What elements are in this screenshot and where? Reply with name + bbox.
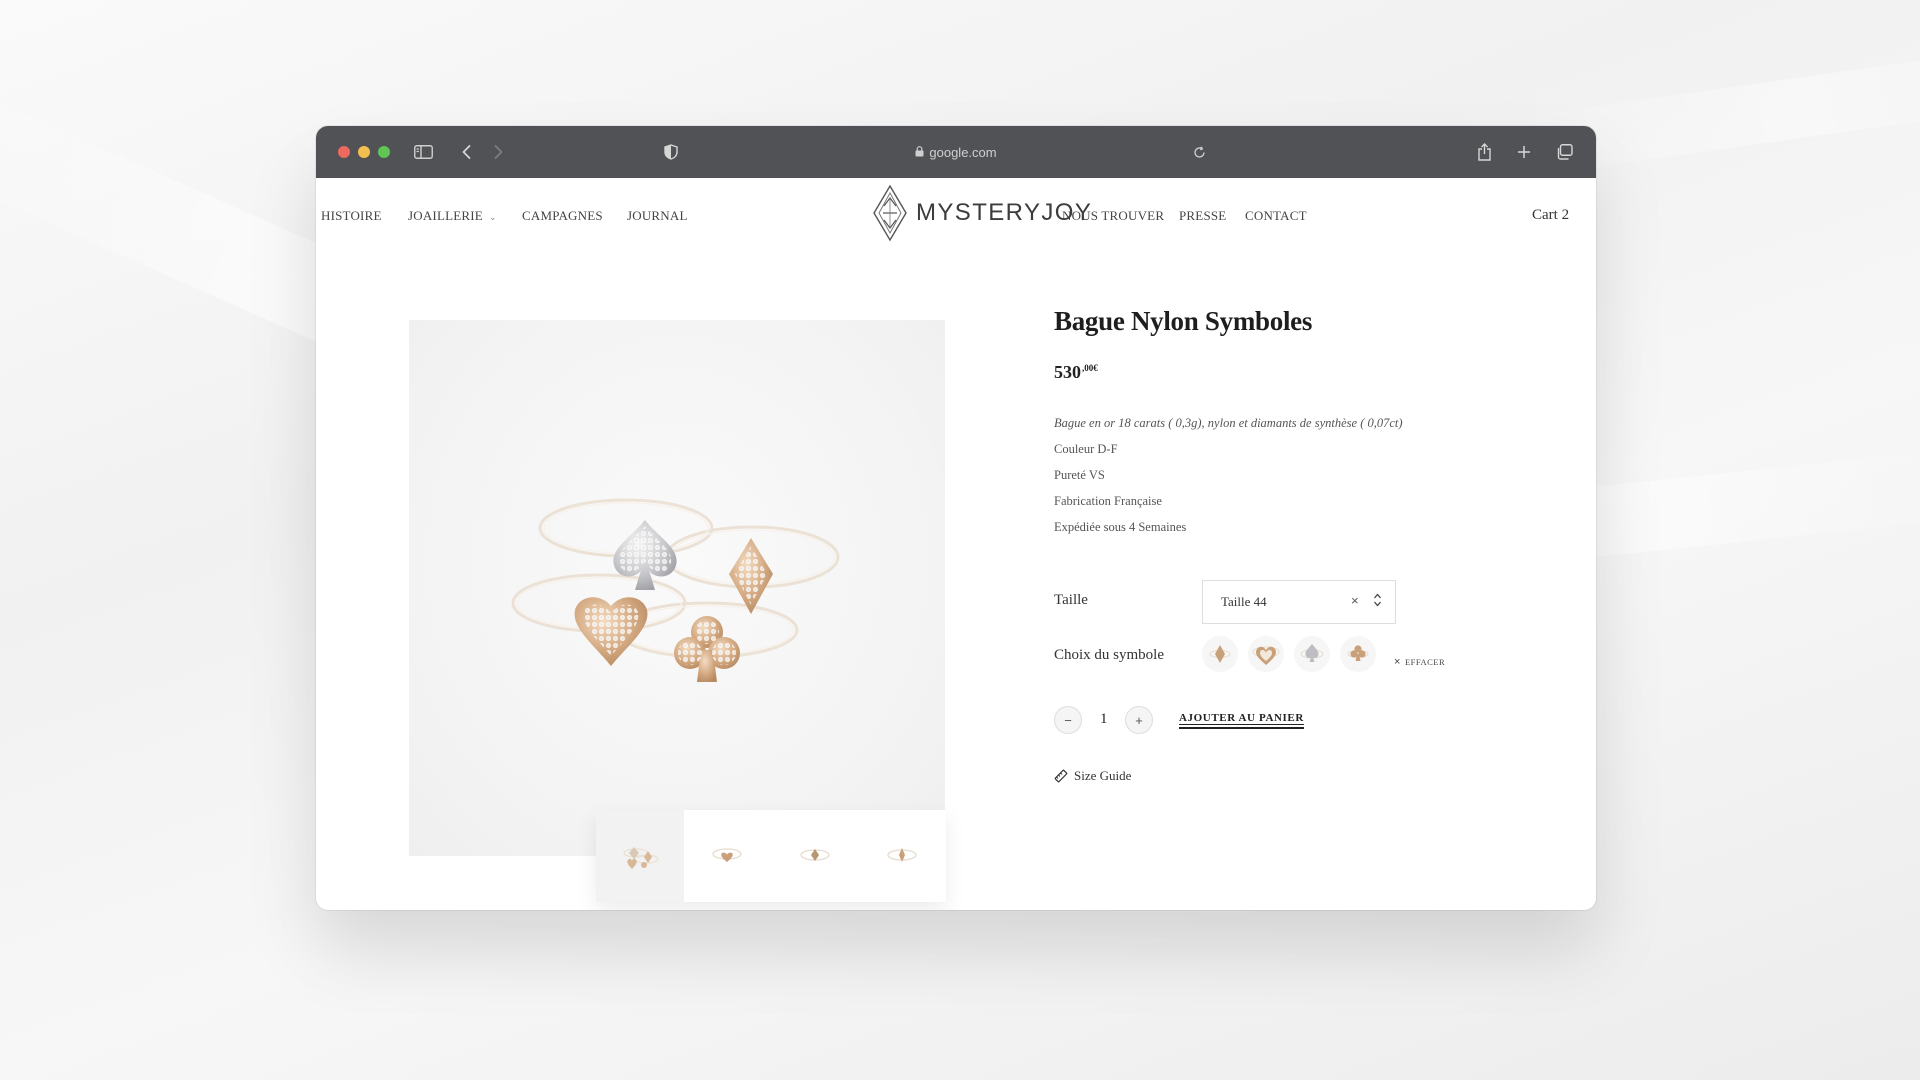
- product-main-image[interactable]: [409, 320, 945, 856]
- site-header: HISTOIRE JOAILLERIE ⌄ CAMPAGNES JOURNAL M…: [316, 178, 1596, 258]
- forward-arrow-icon[interactable]: [490, 126, 506, 178]
- symbol-label: Choix du symbole: [1054, 647, 1165, 663]
- cart-link[interactable]: Cart 2: [1532, 207, 1569, 224]
- thumbnail-symbols-icon: [623, 847, 659, 869]
- heart-symbol-icon: [1252, 646, 1280, 665]
- new-tab-icon[interactable]: [1514, 126, 1534, 178]
- maximize-window-button[interactable]: [378, 146, 390, 158]
- address-bar[interactable]: google.com: [316, 126, 1596, 178]
- window-controls: [338, 146, 390, 158]
- clear-x-icon: ×: [1394, 656, 1401, 668]
- brand-logo[interactable]: MYSTERYJOY: [872, 184, 1092, 242]
- nav-presse[interactable]: PRESSE: [1179, 208, 1226, 224]
- sidebar-toggle-icon[interactable]: [412, 126, 434, 178]
- nav-journal[interactable]: JOURNAL: [627, 208, 688, 224]
- back-arrow-icon[interactable]: [458, 126, 474, 178]
- thumbnail-heart-icon: [712, 848, 742, 862]
- heart-charm: [574, 597, 648, 666]
- browser-window: google.com HISTOIRE JOAILLERIE ⌄ CAMPAGNE…: [316, 126, 1596, 910]
- nav-histoire[interactable]: HISTOIRE: [321, 208, 382, 224]
- symbol-swatch-coeur[interactable]: [1248, 636, 1284, 672]
- ruler-icon: [1054, 769, 1068, 783]
- clear-label: EFFACER: [1404, 657, 1446, 667]
- club-symbol-icon: [1347, 645, 1369, 661]
- thumbnail-diamond-icon: [800, 849, 830, 861]
- size-label: Taille: [1054, 592, 1088, 608]
- privacy-shield-icon[interactable]: [662, 126, 680, 178]
- tab-overview-icon[interactable]: [1554, 126, 1574, 178]
- club-charm: [674, 616, 740, 682]
- diamond-symbol-icon: [1209, 645, 1231, 663]
- product-description: Bague en or 18 carats ( 0,3g), nylon et …: [1054, 410, 1403, 540]
- price-main: 530: [1054, 362, 1081, 382]
- clear-size-icon[interactable]: ×: [1351, 593, 1359, 608]
- quantity-value[interactable]: 1: [1100, 711, 1108, 728]
- symbol-swatch-pique[interactable]: [1294, 636, 1330, 672]
- quantity-increase-button[interactable]: +: [1125, 706, 1153, 734]
- thumbnail-strip: [596, 810, 946, 902]
- description-line: Expédiée sous 4 Semaines: [1054, 520, 1187, 534]
- nav-campagnes[interactable]: CAMPAGNES: [522, 208, 603, 224]
- chevron-down-icon: ⌄: [488, 212, 497, 222]
- price-cents: ,00€: [1082, 363, 1098, 373]
- diamond-charm: [729, 538, 773, 614]
- browser-toolbar: google.com: [316, 126, 1596, 178]
- logo-diamond-icon: [873, 184, 907, 242]
- address-bar-text: google.com: [929, 144, 997, 160]
- size-guide-link[interactable]: Size Guide: [1054, 768, 1131, 784]
- thumbnail-1[interactable]: [596, 810, 684, 902]
- description-line: Pureté VS: [1054, 468, 1105, 482]
- product-title: Bague Nylon Symboles: [1054, 306, 1313, 336]
- minimize-window-button[interactable]: [358, 146, 370, 158]
- thumbnail-2[interactable]: [684, 810, 772, 902]
- share-icon[interactable]: [1474, 126, 1494, 178]
- size-select-value: Taille 44: [1221, 594, 1267, 609]
- nav-joaillerie[interactable]: JOAILLERIE ⌄: [408, 208, 497, 224]
- symbol-swatch-trefle[interactable]: [1340, 636, 1376, 672]
- symbol-swatches: [1202, 636, 1376, 672]
- close-window-button[interactable]: [338, 146, 350, 158]
- select-arrows-icon: [1373, 592, 1382, 612]
- description-line: Fabrication Française: [1054, 494, 1162, 508]
- product-price: 530,00€: [1054, 362, 1098, 383]
- product-gallery: [409, 320, 946, 902]
- size-select[interactable]: Taille 44 ×: [1202, 580, 1396, 624]
- nav-joaillerie-label: JOAILLERIE: [408, 208, 483, 223]
- nav-contact[interactable]: CONTACT: [1245, 208, 1307, 224]
- nav-nous-trouver[interactable]: NOUS TROUVER: [1062, 208, 1164, 224]
- add-to-cart-button[interactable]: AJOUTER AU PANIER: [1179, 712, 1304, 729]
- description-line: Couleur D-F: [1054, 442, 1118, 456]
- quantity-decrease-button[interactable]: −: [1054, 706, 1082, 734]
- reload-icon[interactable]: [1190, 126, 1208, 178]
- lock-icon: [915, 145, 924, 160]
- description-line: Bague en or 18 carats ( 0,3g), nylon et …: [1054, 416, 1403, 430]
- size-guide-label: Size Guide: [1074, 768, 1132, 783]
- thumbnail-4[interactable]: [859, 810, 947, 902]
- thumbnail-3[interactable]: [771, 810, 859, 902]
- spade-symbol-icon: [1300, 644, 1324, 662]
- symbol-swatch-carreau[interactable]: [1202, 636, 1238, 672]
- clear-selection-link[interactable]: × EFFACER: [1394, 656, 1445, 668]
- thumbnail-spade-icon: [887, 848, 917, 862]
